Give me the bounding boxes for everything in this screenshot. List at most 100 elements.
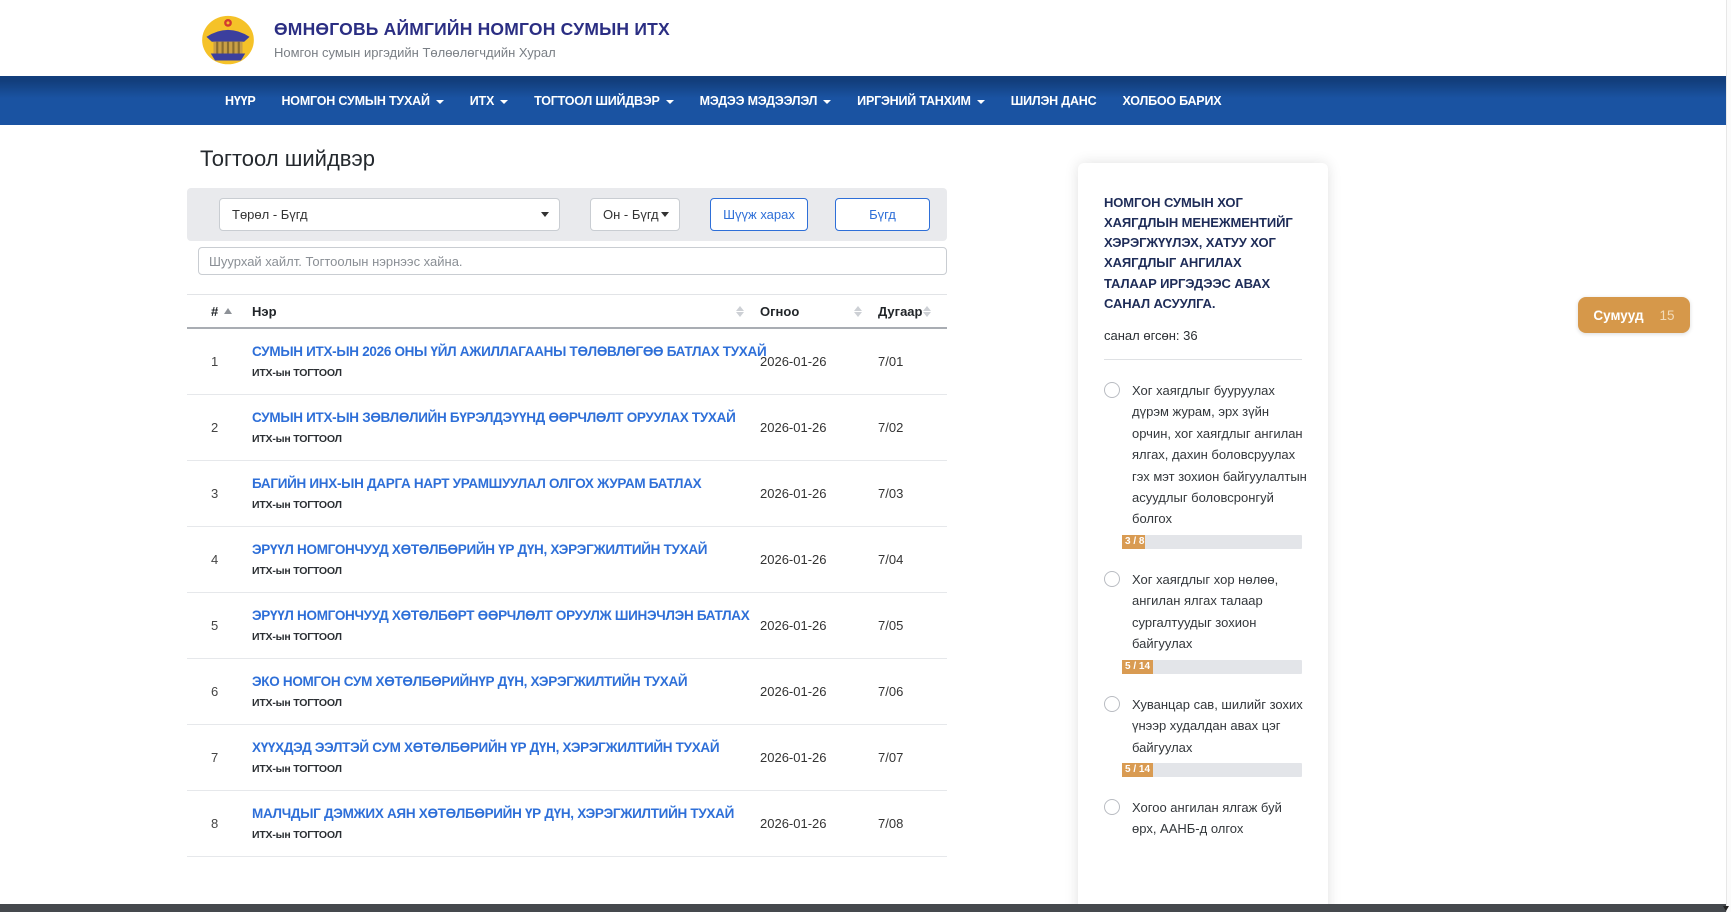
nav-item-label: ТОГТООЛ ШИЙДВЭР — [534, 94, 660, 108]
sort-icon[interactable] — [854, 306, 862, 317]
row-date: 2026-01-26 — [760, 618, 878, 633]
resolution-link[interactable]: ЭРҮҮЛ НОМГОНЧУУД ХӨТӨЛБӨРИЙН ҮР ДҮН, ХЭР… — [252, 543, 760, 557]
table-row: 7 ХҮҮХДЭД ЭЭЛТЭЙ СУМ ХӨТӨЛБӨРИЙН ҮР ДҮН,… — [187, 725, 947, 791]
chevron-down-icon — [823, 100, 831, 104]
nav-item[interactable]: ТОГТООЛ ШИЙДВЭР — [521, 76, 687, 125]
resolution-type-label: ИТХ-ын ТОГТООЛ — [252, 500, 760, 511]
poll-option: Хог хаягдлыг хор нөлөө, ангилан ялгах та… — [1104, 569, 1316, 674]
sort-icon[interactable] — [736, 306, 744, 317]
poll-result-value: 5 / 14 — [1125, 661, 1150, 672]
row-index: 1 — [211, 354, 252, 369]
sums-count-badge: 15 — [1660, 308, 1675, 323]
poll-result-value: 5 / 14 — [1125, 764, 1150, 775]
row-index: 8 — [211, 816, 252, 831]
poll-result-bar: 3 / 8 — [1122, 535, 1302, 549]
year-select[interactable]: Он - Бүгд — [590, 198, 680, 231]
row-number: 7/04 — [878, 552, 947, 567]
column-header-number[interactable]: Дугаар — [878, 304, 947, 319]
row-index: 5 — [211, 618, 252, 633]
row-index: 6 — [211, 684, 252, 699]
resolution-type-label: ИТХ-ын ТОГТООЛ — [252, 368, 760, 379]
poll-option-label: Хог хаягдлыг хор нөлөө, ангилан ялгах та… — [1132, 569, 1308, 655]
chevron-down-icon — [661, 212, 669, 217]
row-number: 7/03 — [878, 486, 947, 501]
row-index: 7 — [211, 750, 252, 765]
row-number: 7/05 — [878, 618, 947, 633]
resolution-link[interactable]: ЭКО НОМГОН СУМ ХӨТӨЛБӨРИЙНҮР ДҮН, ХЭРЭГЖ… — [252, 675, 760, 689]
type-select[interactable]: Төрөл - Бүгд — [219, 198, 560, 231]
chevron-down-icon — [541, 212, 549, 217]
row-date: 2026-01-26 — [760, 750, 878, 765]
nav-item-label: ИРГЭНИЙ ТАНХИМ — [857, 94, 971, 108]
scrollbar-track[interactable] — [1726, 0, 1731, 912]
sort-asc-icon[interactable] — [224, 308, 232, 314]
nav-item[interactable]: НОМГОН СУМЫН ТУХАЙ — [268, 76, 456, 125]
resolution-link[interactable]: МАЛЧДЫГ ДЭМЖИХ АЯН ХӨТӨЛБӨРИЙН ҮР ДҮН, Х… — [252, 807, 760, 821]
nav-item[interactable]: ХОЛБОО БАРИХ — [1109, 76, 1234, 125]
site-title: ӨМНӨГОВЬ АЙМГИЙН НОМГОН СУМЫН ИТХ — [274, 19, 670, 40]
sums-floating-button[interactable]: Сумууд 15 — [1578, 297, 1690, 333]
site-subtitle: Номгон сумын иргэдийн Төлөөлөгчдийн Хура… — [274, 45, 670, 60]
search-input[interactable] — [198, 247, 947, 275]
nav-item[interactable]: НҮҮР — [212, 76, 268, 125]
resolution-link[interactable]: ЭРҮҮЛ НОМГОНЧУУД ХӨТӨЛБӨРТ ӨӨРЧЛӨЛТ ОРУУ… — [252, 609, 760, 623]
row-date: 2026-01-26 — [760, 354, 878, 369]
resolution-type-label: ИТХ-ын ТОГТООЛ — [252, 566, 760, 577]
type-select-value: Төрөл - Бүгд — [232, 207, 308, 222]
radio-button[interactable] — [1104, 799, 1120, 815]
divider — [1104, 359, 1302, 360]
resolution-link[interactable]: ХҮҮХДЭД ЭЭЛТЭЙ СУМ ХӨТӨЛБӨРИЙН ҮР ДҮН, Х… — [252, 741, 760, 755]
table-row: 2 СУМЫН ИТХ-ЫН ЗӨВЛӨЛИЙН БҮРЭЛДЭҮҮНД ӨӨР… — [187, 395, 947, 461]
table-header: # Нэр Огноо Дугаар — [187, 294, 947, 329]
nav-item[interactable]: МЭДЭЭ МЭДЭЭЛЭЛ — [687, 76, 845, 125]
row-number: 7/08 — [878, 816, 947, 831]
nav-item[interactable]: ИРГЭНИЙ ТАНХИМ — [844, 76, 998, 125]
resolution-link[interactable]: БАГИЙН ИНХ-ЫН ДАРГА НАРТ УРАМШУУЛАЛ ОЛГО… — [252, 477, 760, 491]
all-button[interactable]: Бүгд — [835, 198, 930, 231]
row-date: 2026-01-26 — [760, 684, 878, 699]
nav-item[interactable]: ИТХ — [457, 76, 521, 125]
radio-button[interactable] — [1104, 571, 1120, 587]
year-select-value: Он - Бүгд — [603, 207, 659, 222]
radio-button[interactable] — [1104, 696, 1120, 712]
municipality-logo-icon — [200, 11, 256, 67]
filter-view-button[interactable]: Шүүж харах — [710, 198, 808, 231]
nav-item-label: ХОЛБОО БАРИХ — [1122, 94, 1221, 108]
radio-button[interactable] — [1104, 382, 1120, 398]
resolution-type-label: ИТХ-ын ТОГТООЛ — [252, 632, 760, 643]
poll-option: Хогоо ангилан ялгаж буй өрх, ААНБ-д олго… — [1104, 797, 1316, 840]
column-header-name[interactable]: Нэр — [252, 304, 760, 319]
table-row: 6 ЭКО НОМГОН СУМ ХӨТӨЛБӨРИЙНҮР ДҮН, ХЭРЭ… — [187, 659, 947, 725]
resolution-link[interactable]: СУМЫН ИТХ-ЫН ЗӨВЛӨЛИЙН БҮРЭЛДЭҮҮНД ӨӨРЧЛ… — [252, 411, 760, 425]
scrollbar-down-arrow-icon[interactable] — [1723, 906, 1729, 911]
chevron-down-icon — [977, 100, 985, 104]
resolution-type-label: ИТХ-ын ТОГТООЛ — [252, 764, 760, 775]
poll-option-label: Хог хаягдлыг бууруулах дүрэм журам, эрх … — [1132, 380, 1308, 530]
row-number: 7/02 — [878, 420, 947, 435]
footer-edge — [0, 904, 1731, 912]
chevron-down-icon — [500, 100, 508, 104]
sort-icon[interactable] — [923, 306, 931, 317]
poll-option: Хуванцар сав, шилийг зохих үнээр худалда… — [1104, 694, 1316, 777]
nav-item-label: ИТХ — [470, 94, 494, 108]
column-header-index[interactable]: # — [211, 304, 252, 319]
filter-bar: Төрөл - Бүгд Он - Бүгд Шүүж харах Бүгд — [187, 188, 947, 241]
poll-option-label: Хогоо ангилан ялгаж буй өрх, ААНБ-д олго… — [1132, 797, 1308, 840]
column-header-date[interactable]: Огноо — [760, 304, 878, 319]
sums-label: Сумууд — [1593, 308, 1643, 323]
resolution-type-label: ИТХ-ын ТОГТООЛ — [252, 434, 760, 445]
nav-item-label: ШИЛЭН ДАНС — [1011, 94, 1097, 108]
row-number: 7/06 — [878, 684, 947, 699]
row-number: 7/07 — [878, 750, 947, 765]
table-row: 1 СУМЫН ИТХ-ЫН 2026 ОНЫ ҮЙЛ АЖИЛЛАГААНЫ … — [187, 329, 947, 395]
poll-option: Хог хаягдлыг бууруулах дүрэм журам, эрх … — [1104, 380, 1316, 549]
main-content: Тогтоол шийдвэр Төрөл - Бүгд Он - Бүгд Ш… — [187, 146, 947, 857]
row-number: 7/01 — [878, 354, 947, 369]
resolution-link[interactable]: СУМЫН ИТХ-ЫН 2026 ОНЫ ҮЙЛ АЖИЛЛАГААНЫ ТӨ… — [252, 345, 760, 359]
row-date: 2026-01-26 — [760, 420, 878, 435]
nav-item[interactable]: ШИЛЭН ДАНС — [998, 76, 1110, 125]
chevron-down-icon — [666, 100, 674, 104]
row-date: 2026-01-26 — [760, 816, 878, 831]
nav-item-label: МЭДЭЭ МЭДЭЭЛЭЛ — [700, 94, 818, 108]
row-date: 2026-01-26 — [760, 552, 878, 567]
